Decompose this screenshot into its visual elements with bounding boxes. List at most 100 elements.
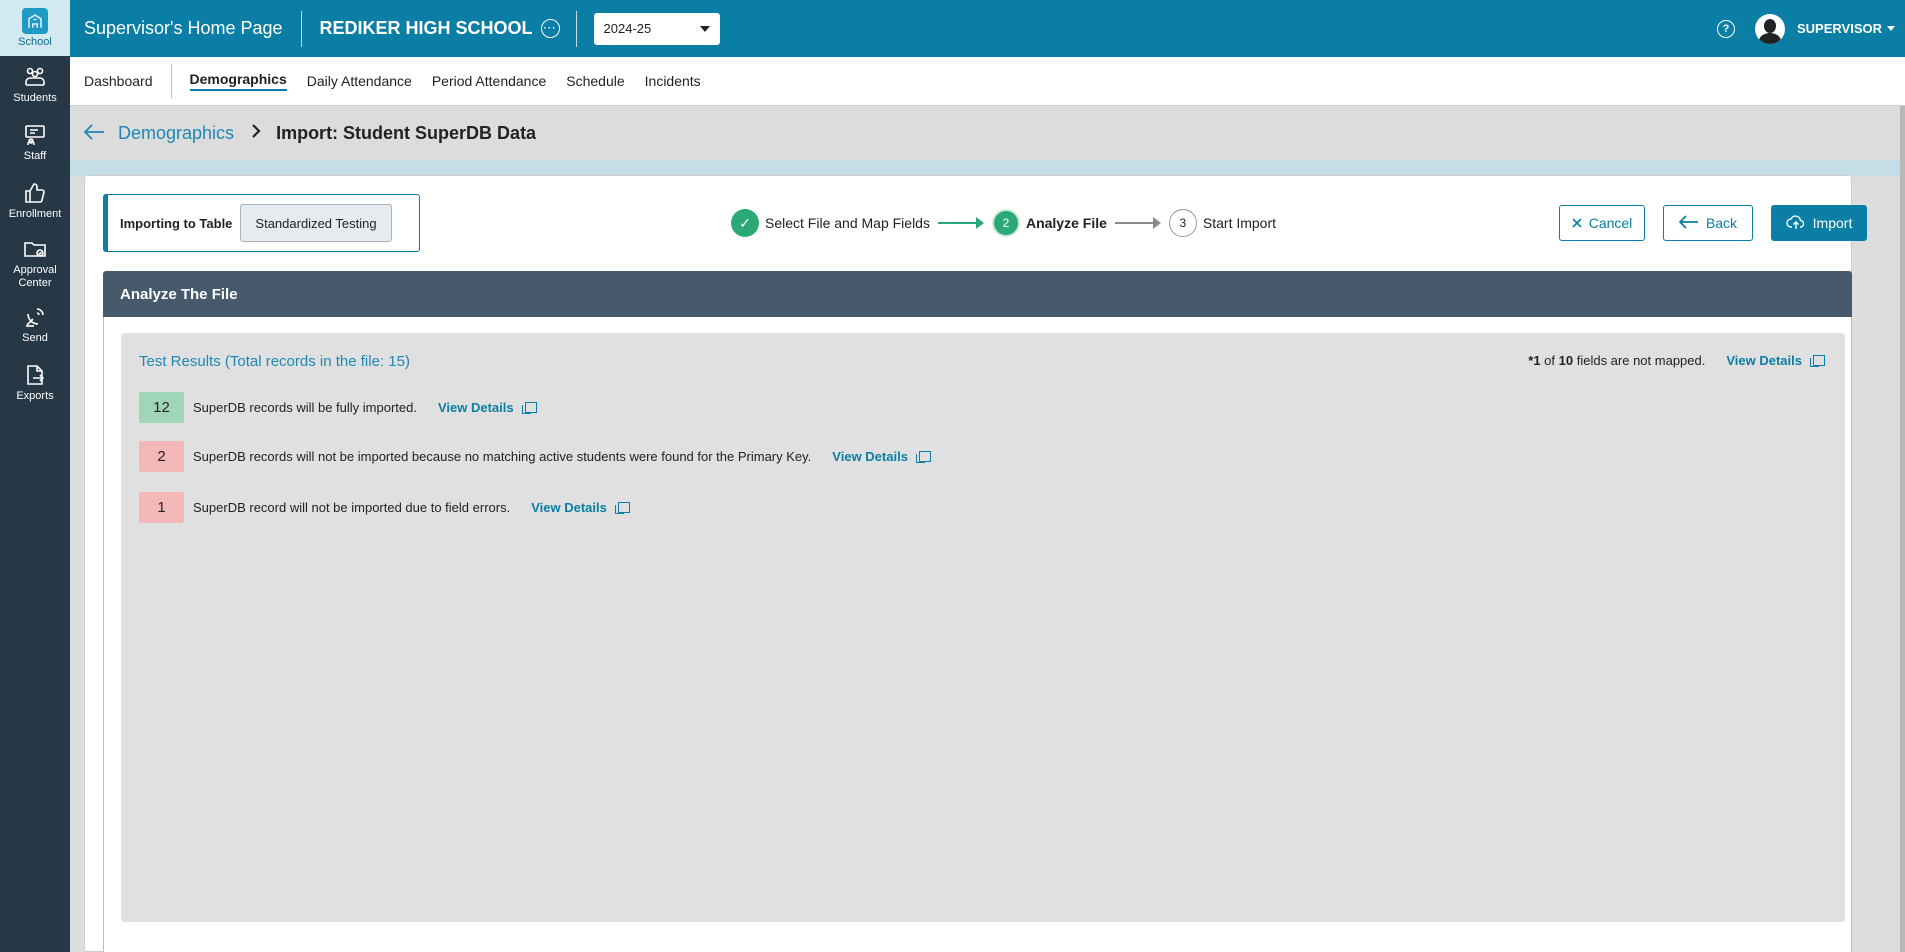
back-button[interactable]: Back <box>1663 205 1753 241</box>
section-header: Analyze The File <box>103 271 1852 317</box>
chevron-down-icon <box>1887 26 1895 31</box>
sidebar-item-label: Staff <box>23 150 47 162</box>
import-label: Import <box>1812 215 1853 231</box>
content-background <box>70 160 1905 176</box>
step-number: 3 <box>1168 209 1197 237</box>
result-text: SuperDB records will not be imported bec… <box>193 449 812 464</box>
school-name: REDIKER HIGH SCHOOL <box>319 18 533 38</box>
count-badge: 12 <box>139 392 184 423</box>
tab-label: Period Attendance <box>431 73 547 89</box>
arrow-left-icon <box>1678 214 1699 232</box>
school-icon <box>22 7 48 34</box>
user-menu[interactable]: SUPERVISOR <box>1797 21 1895 36</box>
tab-dashboard[interactable]: Dashboard <box>70 57 171 106</box>
breadcrumb: Demographics Import: Student SuperDB Dat… <box>70 106 1905 160</box>
back-arrow-icon[interactable] <box>82 122 106 145</box>
view-details-link[interactable]: View Details <box>531 500 630 515</box>
arrow-right-icon <box>937 217 984 229</box>
help-icon[interactable]: ? <box>1716 19 1735 38</box>
results-title: Test Results (Total records in the file:… <box>139 353 410 370</box>
open-window-icon <box>915 450 931 463</box>
sidebar-item-label: Send <box>22 332 48 344</box>
view-details-label: View Details <box>531 500 607 515</box>
school-selector[interactable]: REDIKER HIGH SCHOOL ··· <box>302 18 576 39</box>
result-row: 2 SuperDB records will not be imported b… <box>139 441 931 472</box>
count-badge: 1 <box>139 492 184 523</box>
tab-period-attendance[interactable]: Period Attendance <box>422 57 556 106</box>
thumbs-up-icon <box>25 183 45 203</box>
result-row: 12 SuperDB records will be fully importe… <box>139 392 537 423</box>
tab-label: Dashboard <box>84 73 153 89</box>
view-details-label: View Details <box>437 400 514 415</box>
header-divider <box>575 10 577 47</box>
tab-divider <box>170 64 172 98</box>
view-details-link[interactable]: View Details <box>832 449 931 464</box>
close-icon <box>1572 215 1582 231</box>
result-text: SuperDB records will be fully imported. <box>193 400 417 415</box>
sidebar-item-approval-center[interactable]: Approval Center <box>0 230 70 296</box>
unmapped-text: *1 of 10 fields are not mapped. <box>1528 353 1706 368</box>
sidebar-item-label: School <box>18 35 52 48</box>
cloud-upload-icon <box>1785 214 1806 233</box>
unmapped-fields-notice: *1 of 10 fields are not mapped. View Det… <box>1528 353 1825 368</box>
cancel-button[interactable]: Cancel <box>1559 205 1645 241</box>
tab-label: Daily Attendance <box>306 73 412 89</box>
sidebar-item-school[interactable]: School <box>0 0 70 56</box>
sidebar-item-exports[interactable]: Exports <box>0 354 70 412</box>
home-page-title[interactable]: Supervisor's Home Page <box>70 18 301 39</box>
satellite-icon <box>26 308 44 327</box>
table-value: Standardized Testing <box>240 204 392 242</box>
import-button[interactable]: Import <box>1771 205 1867 241</box>
open-window-icon <box>614 501 630 514</box>
breadcrumb-link-demographics[interactable]: Demographics <box>118 123 234 144</box>
checkmark-icon: ✓ <box>731 209 759 237</box>
target-table-box: Importing to Table Standardized Testing <box>103 194 420 252</box>
sidebar-item-label: Students <box>13 92 57 104</box>
sidebar-item-staff[interactable]: Staff <box>0 114 70 172</box>
school-year-select[interactable]: 2024-25 <box>593 12 720 45</box>
export-icon <box>27 365 45 385</box>
count-badge: 2 <box>139 441 184 472</box>
module-tabs: Dashboard Demographics Daily Attendance … <box>70 57 1905 106</box>
step-label: Select File and Map Fields <box>765 215 930 231</box>
cancel-label: Cancel <box>1588 215 1633 231</box>
tab-daily-attendance[interactable]: Daily Attendance <box>297 57 422 106</box>
back-label: Back <box>1705 215 1738 231</box>
step-label: Analyze File <box>1025 215 1107 231</box>
sidebar-item-students[interactable]: Students <box>0 56 70 114</box>
view-details-label: View Details <box>832 449 908 464</box>
chevron-right-icon <box>250 122 262 145</box>
students-icon <box>25 67 45 86</box>
sidebar-item-label: Approval Center <box>13 263 57 289</box>
tab-incidents[interactable]: Incidents <box>635 57 711 106</box>
test-results-panel: Test Results (Total records in the file:… <box>121 333 1845 922</box>
section-body: Test Results (Total records in the file:… <box>103 317 1852 952</box>
tab-label: Demographics <box>189 71 287 91</box>
left-sidebar: School Students Staff Enrollment Approva… <box>0 0 70 952</box>
sidebar-item-label: Enrollment <box>8 208 62 220</box>
view-details-link[interactable]: View Details <box>437 400 537 415</box>
view-details-label: View Details <box>1726 353 1802 368</box>
header-right: ? SUPERVISOR <box>1716 13 1905 44</box>
top-header: Supervisor's Home Page REDIKER HIGH SCHO… <box>70 0 1905 57</box>
tab-label: Schedule <box>566 73 625 89</box>
view-details-link[interactable]: View Details <box>1726 353 1825 368</box>
sidebar-item-label: Exports <box>16 390 54 402</box>
avatar[interactable] <box>1754 13 1785 44</box>
open-window-icon <box>521 401 537 414</box>
result-row: 1 SuperDB record will not be imported du… <box>139 492 630 523</box>
step-number: 2 <box>991 209 1020 237</box>
tab-demographics[interactable]: Demographics <box>180 57 297 106</box>
sidebar-item-enrollment[interactable]: Enrollment <box>0 172 70 230</box>
tab-schedule[interactable]: Schedule <box>556 57 634 106</box>
page-title: Import: Student SuperDB Data <box>276 122 537 143</box>
user-name: SUPERVISOR <box>1796 21 1882 36</box>
tab-label: Incidents <box>644 73 701 89</box>
import-stepper: ✓ Select File and Map Fields 2 Analyze F… <box>731 209 1276 237</box>
page-scrollbar[interactable] <box>1900 106 1905 952</box>
sidebar-item-send[interactable]: Send <box>0 296 70 354</box>
more-options-icon[interactable]: ··· <box>540 19 560 38</box>
school-year-value: 2024-25 <box>603 21 652 36</box>
result-text: SuperDB record will not be imported due … <box>193 500 511 515</box>
import-card: Importing to Table Standardized Testing … <box>84 175 1867 952</box>
